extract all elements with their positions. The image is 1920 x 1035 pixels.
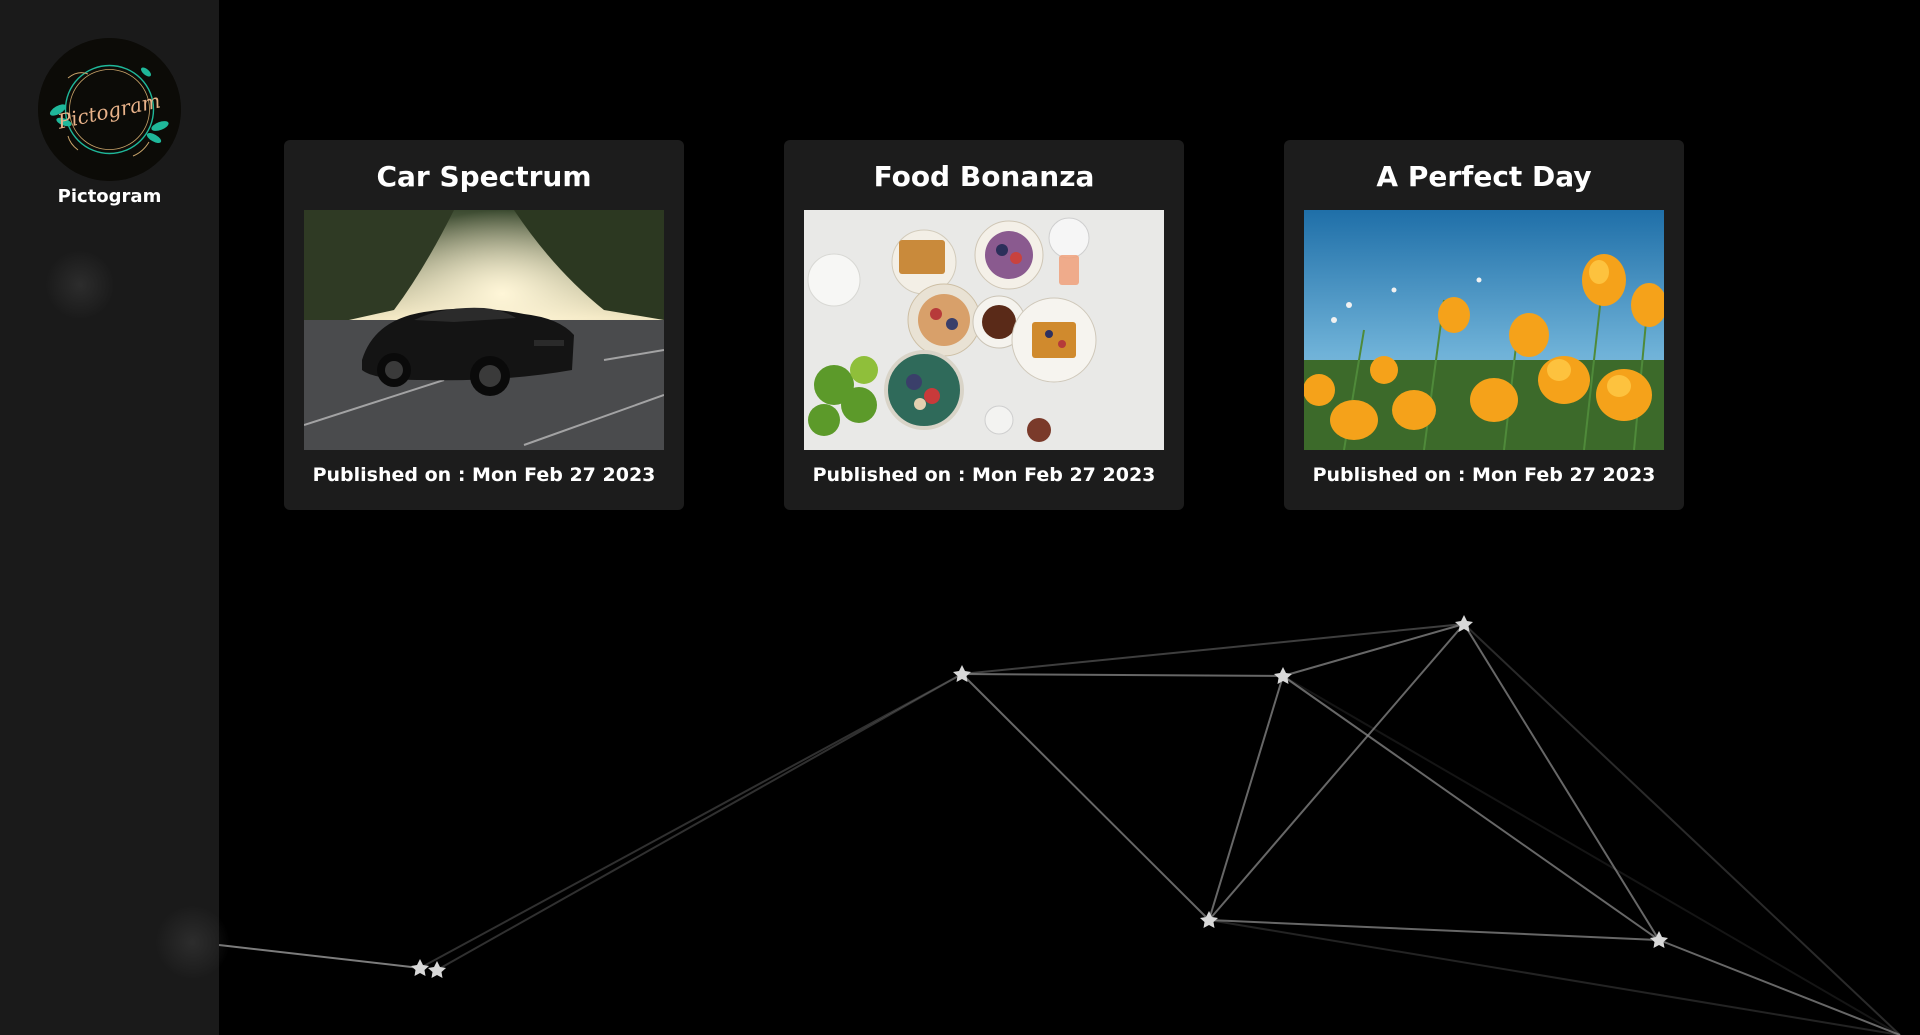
- posts-area: Car Spectrum Published on: Mon Feb 27 2…: [219, 0, 1920, 1035]
- post-card[interactable]: Car Spectrum Published on: Mon Feb 27 2…: [284, 140, 684, 510]
- post-title: Car Spectrum: [376, 160, 592, 193]
- post-published-date: Published on : Mon Feb 27 2023: [1312, 464, 1656, 486]
- post-published-date: Published on : Mon Feb 27 2023: [312, 464, 656, 486]
- breakfast-table-photo[interactable]: [804, 210, 1164, 450]
- post-title: A Perfect Day: [1376, 160, 1592, 193]
- post-card[interactable]: Food Bonanza Published on: Mon Feb 27 2…: [784, 140, 1184, 510]
- post-published-date: Published on : Mon Feb 27 2023: [812, 464, 1156, 486]
- brand-name: Pictogram: [57, 186, 162, 207]
- sidebar: Pictogram Pictogram: [0, 0, 230, 1035]
- orange-flowers-photo[interactable]: [1304, 210, 1664, 450]
- post-card[interactable]: A Perfect Day Published on: Mon Feb 27 …: [1284, 140, 1684, 510]
- sidebar-glow: [45, 250, 115, 320]
- black-sports-car-photo[interactable]: [304, 210, 664, 450]
- pictogram-logo-icon[interactable]: Pictogram: [38, 38, 181, 181]
- post-title: Food Bonanza: [873, 160, 1095, 193]
